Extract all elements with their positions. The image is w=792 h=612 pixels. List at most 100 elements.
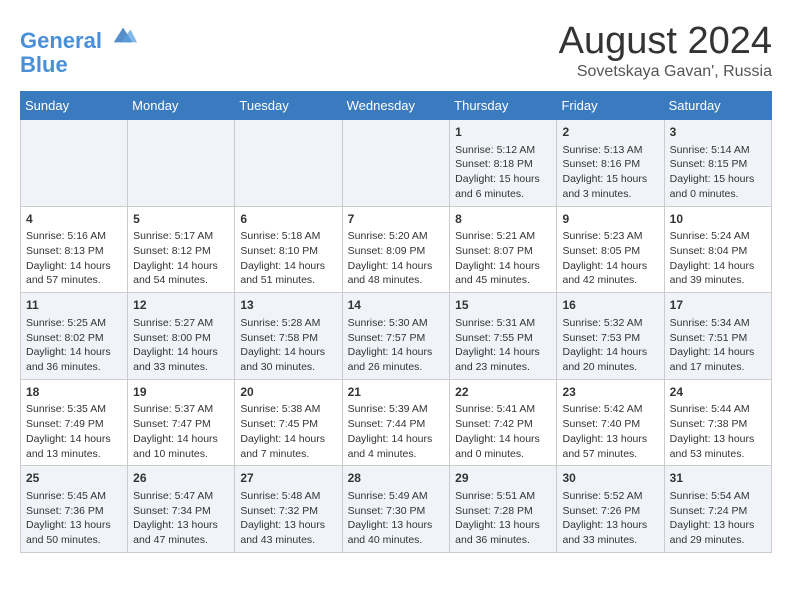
cell-info: Sunrise: 5:41 AM (455, 402, 551, 417)
calendar-cell (21, 120, 128, 207)
cell-info: Sunset: 8:10 PM (240, 244, 336, 259)
calendar-cell: 4Sunrise: 5:16 AMSunset: 8:13 PMDaylight… (21, 206, 128, 293)
cell-info: Sunrise: 5:28 AM (240, 316, 336, 331)
title-block: August 2024 Sovetskaya Gavan', Russia (559, 20, 772, 81)
calendar-cell: 1Sunrise: 5:12 AMSunset: 8:18 PMDaylight… (450, 120, 557, 207)
day-number: 16 (562, 297, 658, 314)
cell-info: Sunset: 8:16 PM (562, 157, 658, 172)
cell-info: Daylight: 14 hours (26, 259, 122, 274)
cell-info: Sunrise: 5:18 AM (240, 229, 336, 244)
cell-info: Sunrise: 5:14 AM (670, 143, 766, 158)
cell-info: Sunrise: 5:20 AM (348, 229, 445, 244)
day-number: 1 (455, 124, 551, 141)
cell-info: Sunset: 8:15 PM (670, 157, 766, 172)
cell-info: Daylight: 14 hours (670, 259, 766, 274)
calendar-cell: 16Sunrise: 5:32 AMSunset: 7:53 PMDayligh… (557, 293, 664, 380)
day-number: 5 (133, 211, 229, 228)
calendar-cell: 24Sunrise: 5:44 AMSunset: 7:38 PMDayligh… (664, 379, 771, 466)
calendar-cell: 3Sunrise: 5:14 AMSunset: 8:15 PMDaylight… (664, 120, 771, 207)
cell-info: and 29 minutes. (670, 533, 766, 548)
cell-info: Sunrise: 5:13 AM (562, 143, 658, 158)
cell-info: Sunrise: 5:54 AM (670, 489, 766, 504)
cell-info: Sunset: 7:40 PM (562, 417, 658, 432)
day-number: 27 (240, 470, 336, 487)
calendar-cell: 12Sunrise: 5:27 AMSunset: 8:00 PMDayligh… (128, 293, 235, 380)
cell-info: and 33 minutes. (133, 360, 229, 375)
weekday-header: Friday (557, 92, 664, 120)
calendar-cell: 6Sunrise: 5:18 AMSunset: 8:10 PMDaylight… (235, 206, 342, 293)
cell-info: and 33 minutes. (562, 533, 658, 548)
cell-info: and 43 minutes. (240, 533, 336, 548)
cell-info: and 6 minutes. (455, 187, 551, 202)
cell-info: Sunset: 7:32 PM (240, 504, 336, 519)
cell-info: Sunset: 8:09 PM (348, 244, 445, 259)
cell-info: Sunrise: 5:32 AM (562, 316, 658, 331)
cell-info: and 50 minutes. (26, 533, 122, 548)
cell-info: Sunset: 7:47 PM (133, 417, 229, 432)
cell-info: Daylight: 14 hours (240, 345, 336, 360)
cell-info: Sunset: 7:55 PM (455, 331, 551, 346)
cell-info: Sunset: 7:49 PM (26, 417, 122, 432)
cell-info: Daylight: 13 hours (562, 432, 658, 447)
cell-info: Daylight: 14 hours (133, 432, 229, 447)
cell-info: Sunrise: 5:39 AM (348, 402, 445, 417)
cell-info: Sunset: 7:28 PM (455, 504, 551, 519)
cell-info: Daylight: 14 hours (455, 432, 551, 447)
calendar-table: SundayMondayTuesdayWednesdayThursdayFrid… (20, 91, 772, 553)
day-number: 19 (133, 384, 229, 401)
cell-info: and 36 minutes. (455, 533, 551, 548)
calendar-cell: 11Sunrise: 5:25 AMSunset: 8:02 PMDayligh… (21, 293, 128, 380)
logo-line2: Blue (20, 53, 138, 77)
cell-info: Sunrise: 5:38 AM (240, 402, 336, 417)
cell-info: and 45 minutes. (455, 273, 551, 288)
cell-info: Sunset: 8:18 PM (455, 157, 551, 172)
cell-info: and 48 minutes. (348, 273, 445, 288)
cell-info: Daylight: 15 hours (562, 172, 658, 187)
cell-info: Sunrise: 5:51 AM (455, 489, 551, 504)
cell-info: and 30 minutes. (240, 360, 336, 375)
cell-info: Daylight: 13 hours (670, 432, 766, 447)
calendar-cell: 8Sunrise: 5:21 AMSunset: 8:07 PMDaylight… (450, 206, 557, 293)
cell-info: and 13 minutes. (26, 447, 122, 462)
day-number: 13 (240, 297, 336, 314)
cell-info: Sunrise: 5:27 AM (133, 316, 229, 331)
calendar-cell: 27Sunrise: 5:48 AMSunset: 7:32 PMDayligh… (235, 466, 342, 553)
cell-info: Sunset: 8:12 PM (133, 244, 229, 259)
cell-info: Sunset: 7:34 PM (133, 504, 229, 519)
cell-info: and 40 minutes. (348, 533, 445, 548)
calendar-cell: 28Sunrise: 5:49 AMSunset: 7:30 PMDayligh… (342, 466, 450, 553)
calendar-week-row: 1Sunrise: 5:12 AMSunset: 8:18 PMDaylight… (21, 120, 772, 207)
cell-info: Sunrise: 5:21 AM (455, 229, 551, 244)
cell-info: Daylight: 13 hours (562, 518, 658, 533)
cell-info: Sunset: 8:05 PM (562, 244, 658, 259)
cell-info: Sunrise: 5:42 AM (562, 402, 658, 417)
cell-info: Daylight: 13 hours (670, 518, 766, 533)
calendar-week-row: 18Sunrise: 5:35 AMSunset: 7:49 PMDayligh… (21, 379, 772, 466)
cell-info: Sunset: 7:30 PM (348, 504, 445, 519)
calendar-cell (235, 120, 342, 207)
cell-info: Sunrise: 5:24 AM (670, 229, 766, 244)
calendar-cell: 14Sunrise: 5:30 AMSunset: 7:57 PMDayligh… (342, 293, 450, 380)
cell-info: Daylight: 13 hours (455, 518, 551, 533)
cell-info: and 7 minutes. (240, 447, 336, 462)
cell-info: Sunset: 7:36 PM (26, 504, 122, 519)
weekday-header: Monday (128, 92, 235, 120)
cell-info: Daylight: 13 hours (133, 518, 229, 533)
cell-info: Sunset: 7:57 PM (348, 331, 445, 346)
logo-icon (110, 20, 138, 48)
day-number: 25 (26, 470, 122, 487)
cell-info: Sunrise: 5:47 AM (133, 489, 229, 504)
calendar-cell: 13Sunrise: 5:28 AMSunset: 7:58 PMDayligh… (235, 293, 342, 380)
cell-info: and 53 minutes. (670, 447, 766, 462)
cell-info: Sunset: 8:13 PM (26, 244, 122, 259)
day-number: 30 (562, 470, 658, 487)
cell-info: Daylight: 14 hours (26, 432, 122, 447)
cell-info: and 26 minutes. (348, 360, 445, 375)
cell-info: Daylight: 13 hours (348, 518, 445, 533)
weekday-header-row: SundayMondayTuesdayWednesdayThursdayFrid… (21, 92, 772, 120)
cell-info: Daylight: 15 hours (455, 172, 551, 187)
day-number: 3 (670, 124, 766, 141)
cell-info: Daylight: 14 hours (240, 259, 336, 274)
calendar-cell: 31Sunrise: 5:54 AMSunset: 7:24 PMDayligh… (664, 466, 771, 553)
cell-info: Sunrise: 5:37 AM (133, 402, 229, 417)
